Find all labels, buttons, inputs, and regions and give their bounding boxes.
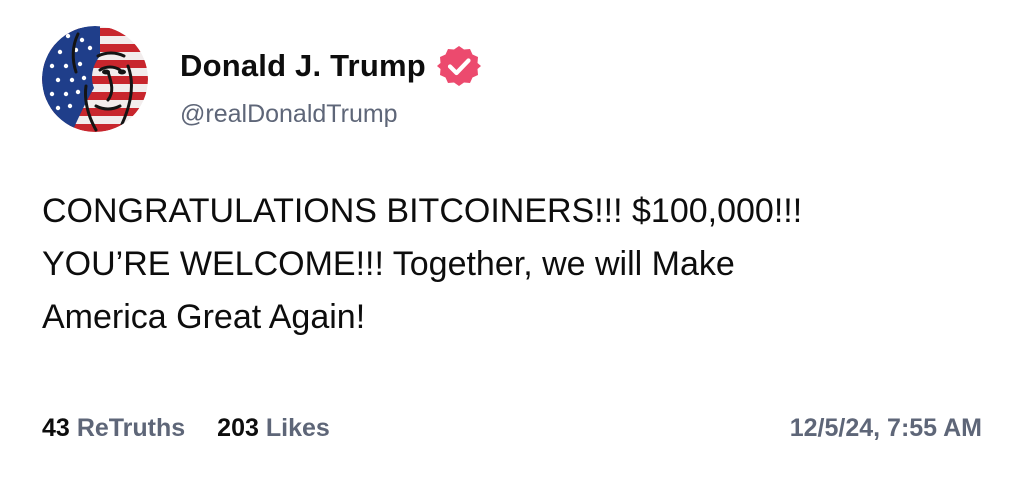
likes-stat[interactable]: 203 Likes <box>217 414 330 443</box>
post-stats: 43 ReTruths 203 Likes <box>42 414 330 443</box>
author-avatar[interactable] <box>42 26 148 132</box>
author-name-row: Donald J. Trump <box>180 46 481 86</box>
truth-post: Donald J. Trump @realDonaldTrump CONGRAT… <box>0 0 1024 485</box>
retruths-stat[interactable]: 43 ReTruths <box>42 414 185 443</box>
post-body-line: America Great Again! <box>42 298 366 336</box>
retruths-label: ReTruths <box>76 414 186 442</box>
post-body-line: YOU’RE WELCOME!!! Together, we will Make <box>42 245 735 283</box>
american-flag-face-avatar <box>42 26 148 132</box>
retruths-count: 43 <box>42 414 70 442</box>
likes-label: Likes <box>265 414 330 442</box>
author-handle[interactable]: @realDonaldTrump <box>180 100 398 129</box>
author-display-name[interactable]: Donald J. Trump <box>180 48 426 84</box>
verified-badge-icon <box>436 44 481 88</box>
likes-count: 203 <box>217 414 259 442</box>
post-body-line: CONGRATULATIONS BITCOINERS!!! $100,000!!… <box>42 192 803 230</box>
post-timestamp[interactable]: 12/5/24, 7:55 AM <box>790 414 982 443</box>
post-body-text: CONGRATULATIONS BITCOINERS!!! $100,000!!… <box>42 185 992 344</box>
